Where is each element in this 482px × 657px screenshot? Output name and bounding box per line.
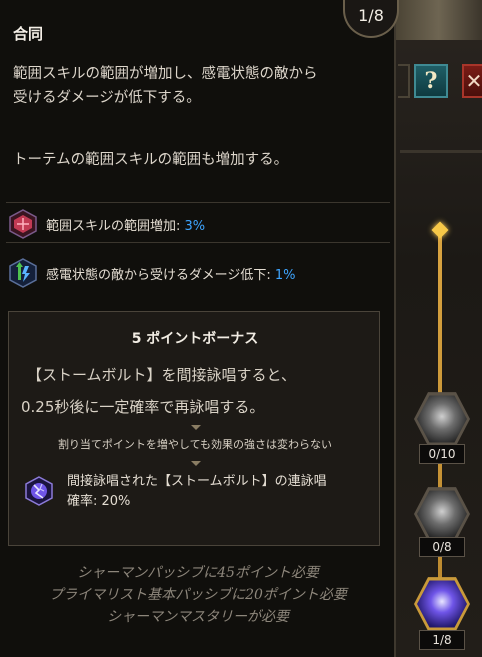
bonus-skill-text: 間接詠唱された【ストームボルト】の連詠唱 確率: 20% <box>67 472 367 512</box>
stat-text: 範囲スキルの範囲増加: 3% <box>46 218 206 234</box>
chevron-down-icon <box>191 461 201 466</box>
chevron-down-icon <box>191 425 201 430</box>
divider <box>6 242 390 243</box>
stat-row: 感電状態の敵から受けるダメージ低下: 1% <box>8 256 296 290</box>
bonus-note: 割り当てポイントを増やしても効果の強さは変わらない <box>57 438 333 451</box>
stat-text: 感電状態の敵から受けるダメージ低下: 1% <box>46 267 296 283</box>
bonus-box: 5 ポイントボーナス 【ストームボルト】を間接詠唱すると、 0.25秒後に一定確… <box>8 311 380 546</box>
tooltip-title: 合同 <box>13 25 44 43</box>
storm-bolt-icon <box>25 476 53 506</box>
close-button[interactable]: ✕ <box>462 64 482 98</box>
node-count: 0/8 <box>419 537 465 557</box>
bonus-skill-line-2: 確率: 20% <box>67 494 131 509</box>
shock-defense-icon <box>9 258 37 288</box>
panel-header-art <box>395 0 482 40</box>
help-button[interactable]: ? <box>414 64 448 98</box>
bonus-skill-line-1: 間接詠唱された【ストームボルト】の連詠唱 <box>67 474 327 489</box>
bonus-text-line-1: 【ストームボルト】を間接詠唱すると、 <box>27 366 296 384</box>
divider <box>6 202 390 203</box>
passive-tooltip: 合同 範囲スキルの範囲が増加し、感電状態の敵から 受けるダメージが低下する。 ト… <box>0 0 396 657</box>
requirement-text: シャーマンパッシブに45ポイント必要 <box>77 565 319 581</box>
stat-value: 1% <box>274 267 296 283</box>
requirement-text: プライマリスト基本パッシブに20ポイント必要 <box>49 587 347 603</box>
area-icon <box>9 209 37 239</box>
panel-frame <box>398 64 410 98</box>
tooltip-description: 範囲スキルの範囲が増加し、感電状態の敵から 受けるダメージが低下する。 <box>13 66 318 106</box>
node-count: 0/10 <box>419 444 465 464</box>
stat-value: 3% <box>184 218 206 234</box>
panel-divider <box>400 150 482 153</box>
node-count: 1/8 <box>419 630 465 650</box>
stat-row: 範囲スキルの範囲増加: 3% <box>8 207 205 241</box>
tooltip-description-2: トーテムの範囲スキルの範囲も増加する。 <box>13 152 289 168</box>
bonus-text-line-2: 0.25秒後に一定確率で再詠唱する。 <box>21 398 265 416</box>
bonus-title: 5 ポイントボーナス <box>131 331 259 347</box>
requirement-text: シャーマンマスタリーが必要 <box>107 609 289 625</box>
